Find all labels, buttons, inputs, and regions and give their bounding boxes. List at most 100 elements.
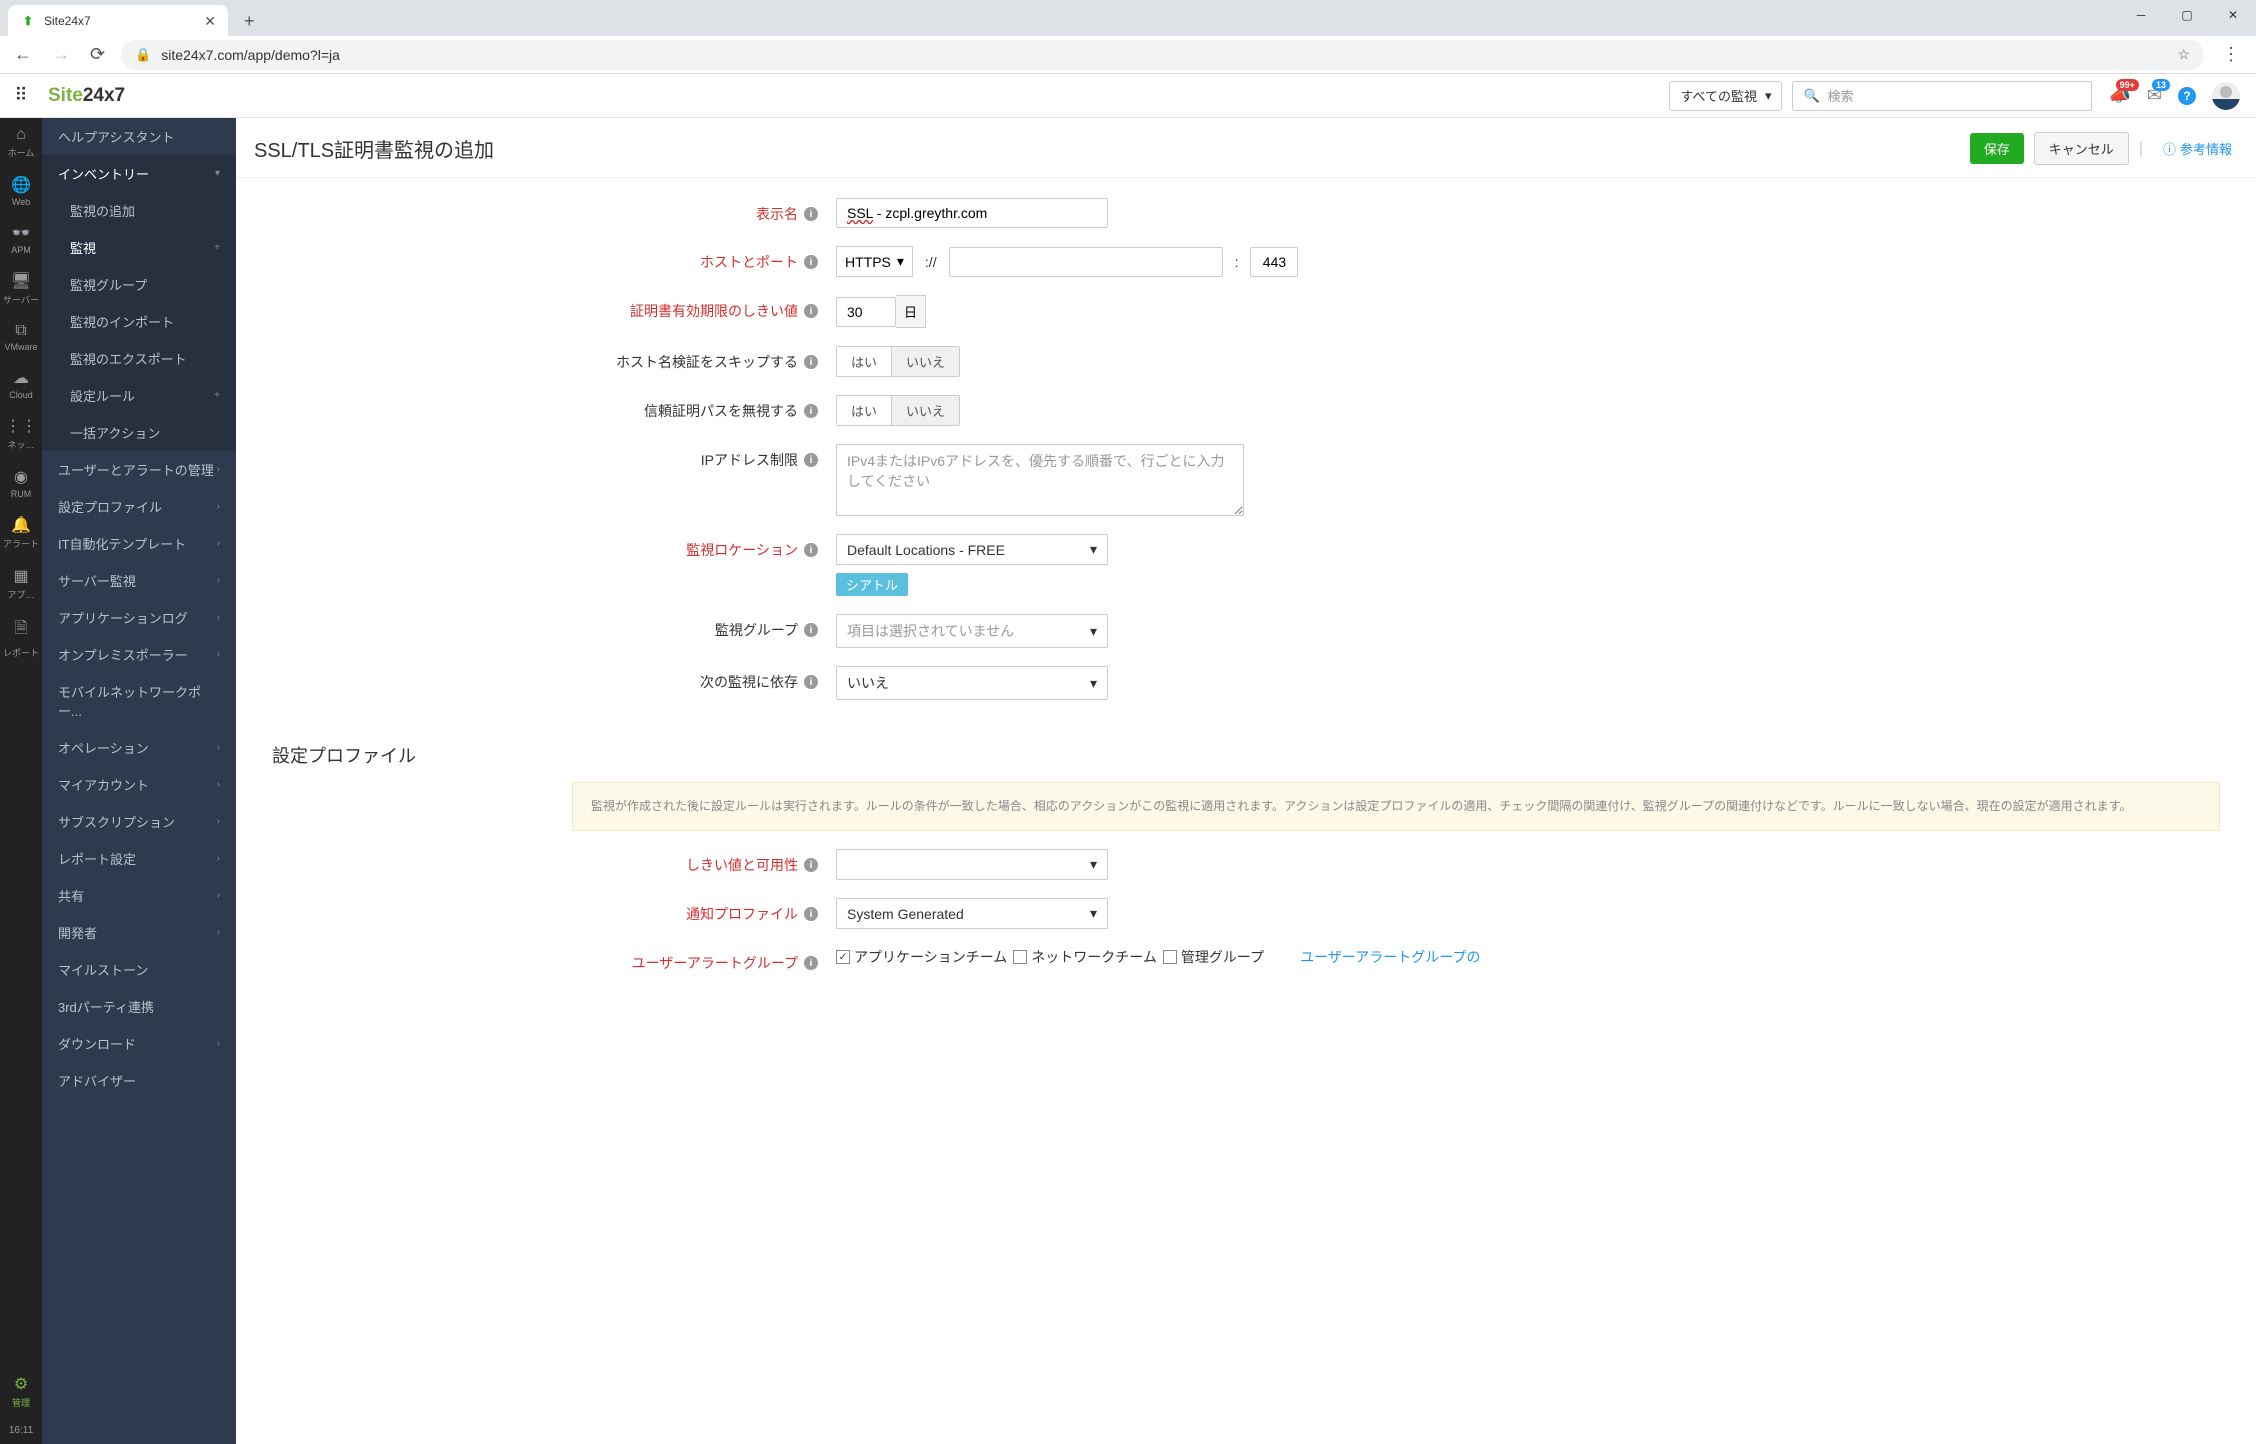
sidebar-operation[interactable]: オペレーション› <box>42 729 236 766</box>
sidebar-subscription[interactable]: サブスクリプション› <box>42 803 236 840</box>
sidebar-inventory[interactable]: インベントリー▾ <box>42 155 236 192</box>
port-input[interactable] <box>1250 247 1298 277</box>
info-icon[interactable]: i <box>804 453 818 467</box>
close-window-button[interactable]: ✕ <box>2210 0 2256 30</box>
sidebar-users-alerts[interactable]: ユーザーとアラートの管理› <box>42 451 236 488</box>
rail-report[interactable]: 🗎レポート <box>0 609 42 667</box>
sidebar-add-monitor[interactable]: 監視の追加 <box>42 192 236 229</box>
notify-select[interactable]: System Generated▾ <box>836 898 1108 929</box>
rail-home[interactable]: ⌂ホーム <box>0 118 42 167</box>
toggle-yes[interactable]: はい <box>837 347 891 376</box>
reference-link[interactable]: ⓘ参考情報 <box>2163 139 2232 158</box>
group-select[interactable]: 項目は選択されていません▾ <box>836 614 1108 648</box>
sidebar-help[interactable]: ヘルプアシスタント <box>42 118 236 155</box>
maximize-button[interactable]: ▢ <box>2164 0 2210 30</box>
rail-cloud[interactable]: ☁Cloud <box>0 360 42 408</box>
info-icon[interactable]: i <box>804 207 818 221</box>
sidebar-advisor[interactable]: アドバイザー <box>42 1062 236 1099</box>
sidebar-config-profile[interactable]: 設定プロファイル› <box>42 488 236 525</box>
sidebar-server-monitor[interactable]: サーバー監視› <box>42 562 236 599</box>
sidebar-it-automation[interactable]: IT自動化テンプレート› <box>42 525 236 562</box>
checkbox-app-team[interactable]: ✓アプリケーションチーム <box>836 947 1007 967</box>
sidebar-export[interactable]: 監視のエクスポート <box>42 340 236 377</box>
help-icon[interactable]: ? <box>2178 87 2196 105</box>
rail-admin[interactable]: ⚙管理 <box>0 1366 42 1417</box>
sidebar-onprem-poller[interactable]: オンプレミスポーラー› <box>42 636 236 673</box>
location-select[interactable]: Default Locations - FREE▾ <box>836 534 1108 565</box>
bookmark-icon[interactable]: ☆ <box>2177 46 2190 63</box>
rail-vmware[interactable]: ⧉VMware <box>0 314 42 360</box>
sidebar-app-log[interactable]: アプリケーションログ› <box>42 599 236 636</box>
checkbox-network-team[interactable]: ネットワークチーム <box>1013 947 1157 967</box>
apps-grid-icon[interactable]: ⠿ <box>0 85 42 106</box>
ip-restrict-textarea[interactable] <box>836 444 1244 516</box>
toggle-no[interactable]: いいえ <box>891 347 959 376</box>
address-bar[interactable]: 🔒 site24x7.com/app/demo?l=ja ☆ <box>121 40 2204 70</box>
info-icon[interactable]: i <box>804 543 818 557</box>
plus-icon[interactable]: + <box>214 242 220 253</box>
info-icon[interactable]: i <box>804 858 818 872</box>
location-tag[interactable]: シアトル <box>836 573 908 596</box>
header-search-input[interactable]: 🔍 検索 <box>1792 81 2092 111</box>
user-avatar[interactable] <box>2212 82 2240 110</box>
reload-button[interactable]: ⟳ <box>86 40 109 69</box>
sidebar-download[interactable]: ダウンロード› <box>42 1025 236 1062</box>
rail-network[interactable]: ⋮⋮ネッ… <box>0 408 42 459</box>
messages-icon[interactable]: ✉13 <box>2147 85 2162 106</box>
logo[interactable]: Site24x7 <box>42 85 125 107</box>
sidebar-bulk-action[interactable]: 一括アクション <box>42 414 236 451</box>
info-icon[interactable]: i <box>804 304 818 318</box>
depend-select[interactable]: いいえ▾ <box>836 666 1108 700</box>
chevron-down-icon: ▾ <box>1090 905 1097 922</box>
plus-icon[interactable]: + <box>214 390 220 401</box>
rail-apm[interactable]: 👓APM <box>0 215 42 263</box>
minimize-button[interactable]: ─ <box>2118 0 2164 30</box>
cancel-button[interactable]: キャンセル <box>2034 132 2129 165</box>
announcements-icon[interactable]: 📣99+ <box>2108 85 2130 106</box>
info-icon[interactable]: i <box>804 675 818 689</box>
tab-close-icon[interactable]: ✕ <box>204 13 216 30</box>
host-input[interactable] <box>949 247 1223 277</box>
back-button[interactable]: ← <box>10 40 36 69</box>
monitor-scope-dropdown[interactable]: すべての監視 ▾ <box>1669 81 1782 111</box>
info-icon[interactable]: i <box>804 355 818 369</box>
forward-button[interactable]: → <box>48 40 74 69</box>
info-icon[interactable]: i <box>804 956 818 970</box>
browser-menu-icon[interactable]: ⋮ <box>2216 44 2246 65</box>
sidebar-report-settings[interactable]: レポート設定› <box>42 840 236 877</box>
protocol-select[interactable]: HTTPS▾ <box>836 246 913 277</box>
browser-tab[interactable]: ⬆ Site24x7 ✕ <box>8 5 228 37</box>
sidebar-share[interactable]: 共有› <box>42 877 236 914</box>
sidebar-mobile-network[interactable]: モバイルネットワークポー... <box>42 673 236 729</box>
info-icon[interactable]: i <box>804 255 818 269</box>
rail-server[interactable]: 🖥サーバー <box>0 263 42 314</box>
alert-group-link[interactable]: ユーザーアラートグループの <box>1300 947 1480 967</box>
sidebar-import[interactable]: 監視のインポート <box>42 303 236 340</box>
sidebar-developer[interactable]: 開発者› <box>42 914 236 951</box>
rail-rum[interactable]: ◉RUM <box>0 459 42 507</box>
rail-web[interactable]: 🌐Web <box>0 167 42 215</box>
sidebar-config-rule[interactable]: 設定ルール+ <box>42 377 236 414</box>
info-icon[interactable]: i <box>804 404 818 418</box>
sidebar-3rdparty[interactable]: 3rdパーティ連携 <box>42 988 236 1025</box>
toggle-yes[interactable]: はい <box>837 396 891 425</box>
sidebar-milestone[interactable]: マイルストーン <box>42 951 236 988</box>
new-tab-button[interactable]: + <box>236 11 263 32</box>
threshold-select[interactable]: ▾ <box>836 849 1108 880</box>
sidebar-monitor-group[interactable]: 監視グループ <box>42 266 236 303</box>
display-name-input[interactable]: SSL - zcpl.greythr.com <box>836 198 1108 228</box>
ignore-trust-toggle[interactable]: はい いいえ <box>836 395 960 426</box>
info-icon[interactable]: i <box>804 623 818 637</box>
info-icon[interactable]: i <box>804 907 818 921</box>
toggle-no[interactable]: いいえ <box>891 396 959 425</box>
rail-apps[interactable]: ▦アプ… <box>0 558 42 609</box>
skip-hostname-toggle[interactable]: はい いいえ <box>836 346 960 377</box>
save-button[interactable]: 保存 <box>1970 133 2024 164</box>
sidebar-monitor[interactable]: 監視+ <box>42 229 236 266</box>
rail-alert[interactable]: 🔔アラート <box>0 507 42 558</box>
chevron-right-icon: › <box>217 575 220 586</box>
chevron-right-icon: › <box>217 816 220 827</box>
checkbox-admin-group[interactable]: 管理グループ <box>1163 947 1264 967</box>
cert-threshold-input[interactable] <box>836 297 896 327</box>
sidebar-my-account[interactable]: マイアカウント› <box>42 766 236 803</box>
